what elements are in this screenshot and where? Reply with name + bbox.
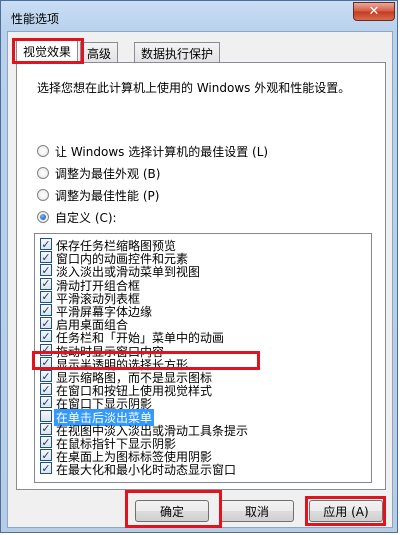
list-item[interactable]: ✓ 在最大化和最小化时动态显示窗口 xyxy=(35,460,355,478)
checkbox-checked[interactable]: ✓ xyxy=(40,382,52,396)
check-icon: ✓ xyxy=(41,382,51,396)
radio-custom[interactable]: 自定义 (C): xyxy=(37,209,117,225)
checkbox-checked[interactable]: ✓ xyxy=(40,356,52,370)
checkbox-checked[interactable]: ✓ xyxy=(40,436,52,448)
dialog-client-area: 视觉效果 高级 数据执行保护 选择您想在此计算机上使用的 Windows 外观和… xyxy=(7,31,393,528)
check-icon: ✓ xyxy=(41,343,51,357)
window-title: 性能选项 xyxy=(11,12,60,26)
checkbox-checked[interactable]: ✓ xyxy=(40,277,52,291)
radio-button[interactable] xyxy=(37,145,49,157)
radio-label: 自定义 (C): xyxy=(55,210,117,225)
title-bar[interactable]: 性能选项 ✕ xyxy=(1,1,399,33)
radio-let-windows-choose[interactable]: 让 Windows 选择计算机的最佳设置 (L) xyxy=(37,143,268,159)
checkbox-checked[interactable]: ✓ xyxy=(40,238,52,250)
radio-best-performance[interactable]: 调整为最佳性能 (P) xyxy=(37,187,159,203)
close-button[interactable]: ✕ xyxy=(353,2,395,21)
tab-visual-effects[interactable]: 视觉效果 xyxy=(16,40,79,63)
radio-label: 让 Windows 选择计算机的最佳设置 (L) xyxy=(55,144,269,159)
radio-button-selected[interactable] xyxy=(37,211,49,223)
check-icon: ✓ xyxy=(41,329,51,343)
checkbox-checked[interactable]: ✓ xyxy=(40,329,52,343)
checkbox-checked[interactable]: ✓ xyxy=(40,461,52,475)
check-icon: ✓ xyxy=(41,435,51,449)
radio-button[interactable] xyxy=(37,189,49,201)
performance-options-dialog: 性能选项 ✕ 视觉效果 高级 数据执行保护 选择您想在此计算机上使用的 Wind… xyxy=(0,0,398,533)
close-icon: ✕ xyxy=(368,4,380,19)
check-icon: ✓ xyxy=(41,263,51,277)
radio-best-appearance[interactable]: 调整为最佳外观 (B) xyxy=(37,165,160,181)
check-icon: ✓ xyxy=(41,395,51,409)
radio-label: 调整为最佳性能 (P) xyxy=(55,188,160,203)
check-icon: ✓ xyxy=(41,250,51,264)
radio-button[interactable] xyxy=(37,167,49,179)
visual-effects-list[interactable]: ✓ 保存任务栏缩略图预览 ✓ 窗口内的动画控件和元素 ✓ 淡入淡出或滑动菜单到视图 ✓ 滑动打… xyxy=(34,233,372,483)
checkbox-checked[interactable]: ✓ xyxy=(40,448,52,462)
checkbox-checked[interactable]: ✓ xyxy=(40,316,52,330)
checkbox-checked[interactable]: ✓ xyxy=(40,250,52,264)
checkbox-checked[interactable]: ✓ xyxy=(40,304,52,316)
check-icon: ✓ xyxy=(41,356,51,370)
checkbox-checked[interactable]: ✓ xyxy=(40,370,52,382)
check-icon: ✓ xyxy=(41,369,51,383)
check-icon: ✓ xyxy=(41,277,51,291)
description-text: 选择您想在此计算机上使用的 Windows 外观和性能设置。 xyxy=(37,81,351,95)
checkbox-checked[interactable]: ✓ xyxy=(40,263,52,277)
check-icon: ✓ xyxy=(41,237,51,251)
check-icon: ✓ xyxy=(41,422,51,436)
check-icon: ✓ xyxy=(41,448,51,462)
tab-advanced[interactable]: 高级 xyxy=(80,42,119,62)
cancel-button[interactable]: 取消 xyxy=(220,500,294,522)
list-item-label: 在最大化和最小化时动态显示窗口 xyxy=(56,463,237,478)
radio-label: 调整为最佳外观 (B) xyxy=(55,166,161,181)
check-icon: ✓ xyxy=(41,316,51,330)
checkbox-checked[interactable]: ✓ xyxy=(40,422,52,436)
check-icon: ✓ xyxy=(41,290,51,304)
ok-button[interactable]: 确定 xyxy=(135,500,209,522)
tab-data-execution-prevention[interactable]: 数据执行保护 xyxy=(134,42,221,62)
apply-button[interactable]: 应用 (A) xyxy=(309,500,383,522)
check-icon: ✓ xyxy=(41,461,51,475)
visual-effects-panel: 选择您想在此计算机上使用的 Windows 外观和性能设置。 让 Windows… xyxy=(16,62,386,490)
checkbox-unchecked[interactable] xyxy=(40,409,52,422)
checkbox-checked[interactable]: ✓ xyxy=(40,290,52,304)
check-icon: ✓ xyxy=(41,303,51,317)
checkbox-checked[interactable]: ✓ xyxy=(40,395,52,409)
checkbox-checked[interactable]: ✓ xyxy=(40,343,52,357)
